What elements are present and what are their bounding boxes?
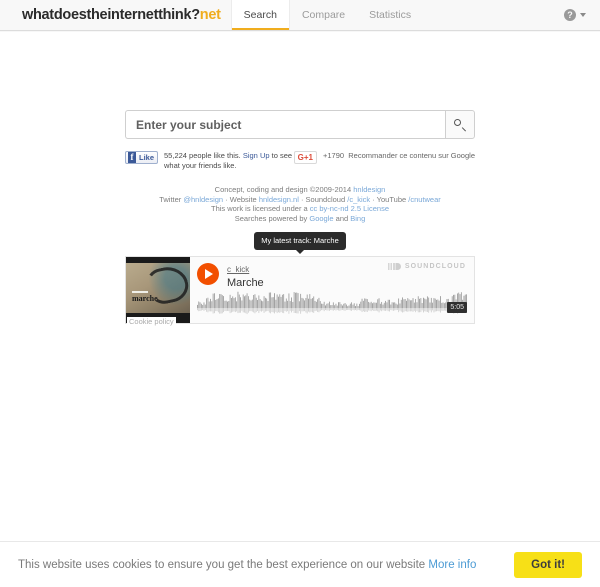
track-artwork-image: marche bbox=[126, 262, 190, 313]
search-button[interactable] bbox=[445, 110, 475, 139]
facebook-like-count: 55,224 people like this. bbox=[164, 151, 241, 160]
credits-block: Concept, coding and design ©2009-2014 hn… bbox=[125, 185, 475, 223]
google-plus-icon: G+1 bbox=[297, 153, 313, 162]
search-form bbox=[125, 110, 475, 139]
credits-website-link[interactable]: hnldesign.nl bbox=[259, 195, 299, 204]
credits-hnldesign-link[interactable]: hnldesign bbox=[353, 185, 385, 194]
waveform-canvas[interactable] bbox=[197, 289, 467, 318]
latest-track-tooltip: My latest track: Marche bbox=[254, 232, 346, 253]
track-artist-link[interactable]: c_kick bbox=[227, 265, 249, 275]
credits-searches-text: Searches powered by bbox=[234, 213, 310, 223]
track-title: Marche bbox=[227, 276, 264, 289]
nav-items: Search Compare Statistics bbox=[230, 0, 423, 30]
facebook-like-label: Like bbox=[139, 153, 155, 162]
credits-bing-link[interactable]: Bing bbox=[350, 214, 365, 223]
nav-right-group: ? bbox=[564, 0, 600, 30]
help-icon[interactable]: ? bbox=[564, 9, 576, 21]
credits-youtube-link[interactable]: /cnutwear bbox=[408, 195, 441, 204]
track-artwork[interactable]: marche bbox=[126, 256, 190, 323]
google-plus-button[interactable]: G+1 bbox=[293, 151, 317, 164]
credits-twitter-link[interactable]: @hnldesign bbox=[183, 195, 223, 204]
tooltip-wrapper: My latest track: Marche bbox=[125, 232, 475, 253]
chevron-down-icon[interactable] bbox=[580, 13, 586, 17]
credits-soundcloud-link[interactable]: /c_kick bbox=[347, 195, 370, 204]
facebook-like-block: f Like 55,224 people like this. Sign Up … bbox=[125, 151, 294, 173]
soundcloud-logo-text: SOUNDCLOUD bbox=[404, 262, 466, 270]
credits-line-social: Twitter @hnldesign · Website hnldesign.n… bbox=[125, 195, 475, 205]
search-icon bbox=[454, 118, 466, 131]
track-duration: 5:05 bbox=[447, 301, 467, 313]
credits-license-link[interactable]: cc by-nc-nd 2.5 License bbox=[310, 204, 389, 213]
tab-statistics[interactable]: Statistics bbox=[357, 0, 423, 30]
top-navbar: whatdoestheinternetthink? net Search Comp… bbox=[0, 0, 600, 31]
credits-and-text: and bbox=[333, 213, 351, 223]
tab-search[interactable]: Search bbox=[230, 0, 290, 30]
social-buttons-row: f Like 55,224 people like this. Sign Up … bbox=[125, 151, 475, 173]
google-plus-context: +1790 Recommander ce contenu sur Google bbox=[323, 151, 475, 161]
google-plus-description: Recommander ce contenu sur Google bbox=[348, 151, 475, 160]
credits-youtube-label: · YouTube bbox=[370, 194, 409, 204]
credits-line-searches: Searches powered by Google and Bing bbox=[125, 214, 475, 224]
track-artwork-label: marche bbox=[132, 291, 158, 303]
facebook-icon: f bbox=[128, 152, 136, 163]
cookie-consent-banner: This website uses cookies to ensure you … bbox=[0, 541, 600, 587]
facebook-social-context: 55,224 people like this. Sign Up to see … bbox=[164, 151, 294, 170]
facebook-signup-link[interactable]: Sign Up bbox=[243, 151, 270, 160]
track-meta: c_kick Marche bbox=[227, 263, 264, 289]
site-brand[interactable]: whatdoestheinternetthink? net bbox=[0, 0, 231, 30]
credits-twitter-label: Twitter bbox=[159, 194, 184, 204]
cookie-accept-button[interactable]: Got it! bbox=[514, 551, 582, 578]
cookie-more-info-link[interactable]: More info bbox=[428, 559, 476, 571]
cookie-banner-message: This website uses cookies to ensure you … bbox=[18, 558, 429, 571]
soundcloud-cloud-icon bbox=[387, 262, 401, 270]
cookie-banner-text: This website uses cookies to ensure you … bbox=[18, 559, 476, 571]
soundcloud-body: c_kick Marche SOUNDCLOUD 5:05 bbox=[190, 257, 474, 323]
cookie-policy-link[interactable]: Cookie policy bbox=[127, 316, 176, 326]
credits-soundcloud-label: · Soundcloud bbox=[298, 194, 348, 204]
waveform[interactable] bbox=[197, 289, 467, 318]
credits-line-license: This work is licensed under a cc by-nc-n… bbox=[125, 204, 475, 214]
credits-website-label: · Website bbox=[223, 194, 259, 204]
credits-line-copyright: Concept, coding and design ©2009-2014 hn… bbox=[125, 185, 475, 195]
credits-copyright-text: Concept, coding and design ©2009-2014 bbox=[214, 185, 354, 194]
search-input[interactable] bbox=[125, 110, 445, 139]
tab-compare[interactable]: Compare bbox=[290, 0, 357, 30]
brand-tld: net bbox=[199, 7, 221, 23]
soundcloud-player: marche c_kick Marche SOUNDCLOUD 5:05 Coo… bbox=[125, 255, 475, 326]
play-button[interactable] bbox=[197, 262, 219, 285]
credits-google-link[interactable]: Google bbox=[309, 214, 333, 223]
main-content: f Like 55,224 people like this. Sign Up … bbox=[125, 31, 475, 326]
credits-license-text: This work is licensed under a bbox=[210, 204, 310, 213]
google-plus-count: +1790 bbox=[323, 151, 345, 160]
brand-name: whatdoestheinternetthink? bbox=[22, 7, 200, 23]
google-plus-block: G+1 +1790 Recommander ce contenu sur Goo… bbox=[293, 151, 475, 173]
facebook-like-button[interactable]: f Like bbox=[125, 151, 159, 164]
soundcloud-logo: SOUNDCLOUD bbox=[387, 262, 466, 270]
